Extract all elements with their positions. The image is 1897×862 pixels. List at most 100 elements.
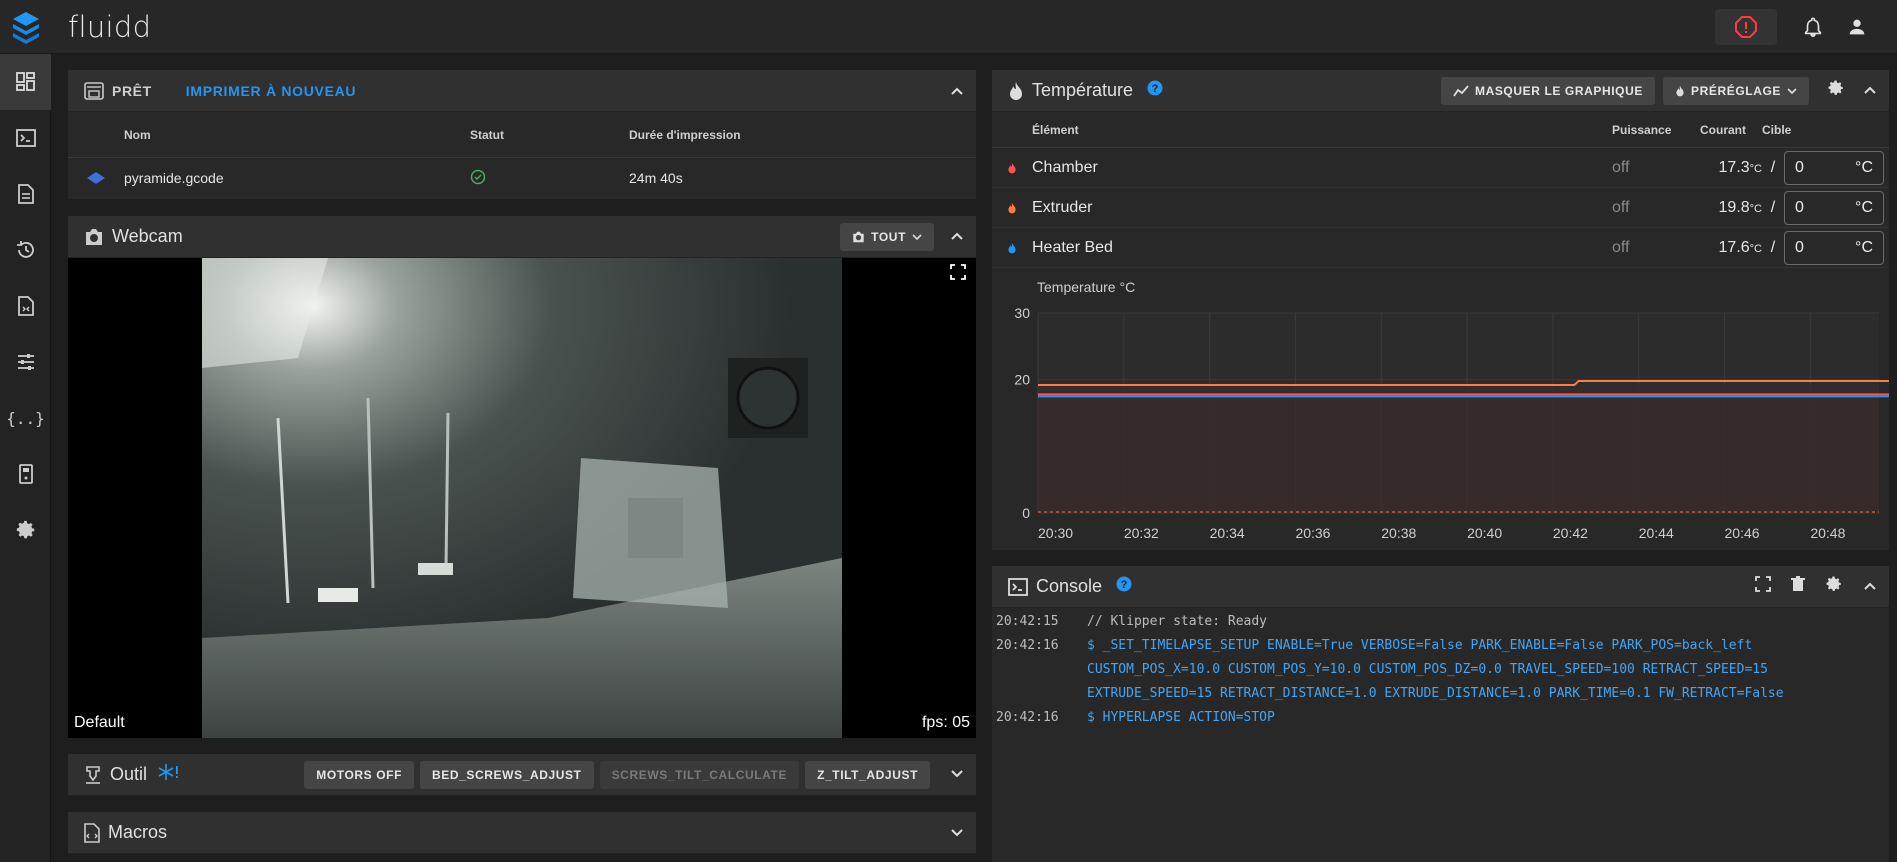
macros-card: Macros xyxy=(68,812,976,854)
gear-icon xyxy=(16,520,34,539)
chart-x-tick: 20:30 xyxy=(1038,525,1073,541)
temperature-card-header: Température ? MASQUER LE GRAPHIQUE PRÉRÉ… xyxy=(992,70,1889,112)
heater-power: off xyxy=(1612,198,1630,216)
collapse-job-button[interactable] xyxy=(950,86,964,96)
heater-target-unit: °C xyxy=(1855,238,1873,256)
file-code-icon xyxy=(17,296,34,316)
temperature-chart-svg: Temperature °C 20:30 20:32 20:34 20:36 20:38 2… xyxy=(1014,279,1897,541)
reprint-button[interactable]: IMPRIMER À NOUVEAU xyxy=(186,83,357,99)
console-output[interactable]: 20:42:15 // Klipper state: Ready 20:42:16 $… xyxy=(992,608,1889,732)
notifications-button[interactable] xyxy=(1791,5,1835,49)
fire-icon xyxy=(992,162,1032,174)
webcam-image xyxy=(202,258,842,738)
user-button[interactable] xyxy=(1835,5,1879,49)
help-icon[interactable]: ? xyxy=(1147,80,1163,101)
console-fullscreen-button[interactable] xyxy=(1755,576,1771,597)
nav-configuration[interactable]: {..} xyxy=(0,390,51,446)
screws-tilt-calculate-button[interactable]: SCREWS_TILT_CALCULATE xyxy=(599,760,800,789)
chart-x-tick: 20:36 xyxy=(1295,525,1330,541)
console-card: Console ? 20:42:15 // Klipper state: Read… xyxy=(992,566,1889,862)
nav-dashboard[interactable] xyxy=(0,54,51,110)
console-line: 20:42:16 $ _SET_TIMELAPSE_SETUP ENABLE=Tr… xyxy=(996,634,1885,706)
chevron-down-icon xyxy=(951,769,963,777)
console-clear-button[interactable] xyxy=(1791,576,1805,597)
collapse-console-button[interactable] xyxy=(1863,578,1877,596)
console-timestamp: 20:42:16 xyxy=(996,638,1059,653)
heater-current: 19.8 xyxy=(1718,198,1750,216)
job-duration: 24m 40s xyxy=(629,170,683,186)
console-card-header: Console ? xyxy=(992,566,1889,608)
fire-icon xyxy=(1676,85,1684,96)
collapse-temperature-button[interactable] xyxy=(1863,82,1877,100)
heater-current-unit: °C xyxy=(1749,242,1762,255)
snowflake-icon xyxy=(157,762,179,787)
job-row[interactable]: pyramide.gcode 24m 40s xyxy=(68,158,976,198)
nav-system[interactable] xyxy=(0,446,51,502)
temperature-chart: Temperature °C 20:30 20:32 20:34 20:36 20:38 2… xyxy=(992,268,1897,550)
job-file-name: pyramide.gcode xyxy=(124,170,224,186)
nav-settings[interactable] xyxy=(0,502,51,558)
chevron-down-icon xyxy=(951,828,963,836)
heater-target-input[interactable]: 0 °C xyxy=(1784,230,1884,265)
heater-current-unit: °C xyxy=(1749,162,1762,175)
camera-select-button[interactable]: TOUT xyxy=(840,222,934,251)
chevron-down-icon xyxy=(1787,87,1797,94)
column-element: Élément xyxy=(1032,122,1079,137)
chart-x-tick: 20:48 xyxy=(1810,525,1845,541)
nav-history[interactable] xyxy=(0,222,51,278)
nav-console[interactable] xyxy=(0,110,51,166)
slash-separator: / xyxy=(1770,198,1776,216)
collapse-webcam-button[interactable] xyxy=(950,228,964,246)
expand-tool-button[interactable] xyxy=(950,766,964,784)
fire-icon xyxy=(992,242,1032,254)
expand-macros-button[interactable] xyxy=(950,828,964,838)
heater-target-value: 0 xyxy=(1795,198,1804,216)
z-tilt-adjust-button[interactable]: Z_TILT_ADJUST xyxy=(805,760,930,789)
bell-icon xyxy=(1804,17,1822,37)
heater-current: 17.3 xyxy=(1718,158,1750,176)
column-current: Courant xyxy=(1700,122,1746,137)
motors-off-button[interactable]: MOTORS OFF xyxy=(304,760,415,789)
temperature-settings-button[interactable] xyxy=(1827,79,1845,102)
column-target: Cible xyxy=(1762,122,1792,137)
chevron-up-icon xyxy=(1864,86,1876,94)
heater-target-value: 0 xyxy=(1795,238,1804,256)
column-status: Statut xyxy=(470,127,504,142)
job-table: Nom Statut Durée d'impression pyramide.g… xyxy=(68,112,976,198)
heater-name: Extruder xyxy=(1032,198,1093,216)
heater-power: off xyxy=(1612,158,1630,176)
file-code-icon xyxy=(84,822,100,843)
user-icon xyxy=(1849,19,1865,35)
history-icon xyxy=(16,241,34,258)
heater-target-input[interactable]: 0 °C xyxy=(1784,190,1884,225)
hide-chart-button[interactable]: MASQUER LE GRAPHIQUE xyxy=(1440,76,1655,105)
fullscreen-icon[interactable] xyxy=(950,264,966,285)
printer-status-label: PRÊT xyxy=(112,82,152,99)
heater-target-input[interactable]: 0 °C xyxy=(1784,150,1884,185)
fluidd-logo-icon[interactable] xyxy=(0,0,51,54)
nav-tune[interactable] xyxy=(0,334,51,390)
column-power: Puissance xyxy=(1612,122,1672,137)
job-card: PRÊT IMPRIMER À NOUVEAU Nom Statut Durée… xyxy=(68,70,976,199)
preset-button[interactable]: PRÉRÉGLAGE xyxy=(1662,76,1809,105)
svg-text:?: ? xyxy=(1152,83,1159,95)
bed-screws-adjust-button[interactable]: BED_SCREWS_ADJUST xyxy=(420,760,594,789)
tune-icon xyxy=(17,354,34,370)
slash-separator: / xyxy=(1770,158,1776,176)
console-settings-button[interactable] xyxy=(1825,575,1843,598)
app-bar: fluidd xyxy=(0,0,1897,54)
chevron-up-icon xyxy=(951,232,963,240)
emergency-stop-icon xyxy=(1735,16,1757,38)
console-timestamp: 20:42:16 xyxy=(996,710,1059,725)
console-message[interactable]: $ _SET_TIMELAPSE_SETUP ENABLE=True VERBO… xyxy=(1087,634,1885,706)
webcam-stream[interactable]: Default fps: 05 xyxy=(68,258,976,738)
console-message[interactable]: $ HYPERLAPSE ACTION=STOP xyxy=(1087,706,1275,730)
camera-icon xyxy=(86,228,102,245)
console-title: Console xyxy=(1036,576,1103,596)
macros-card-header[interactable]: Macros xyxy=(68,812,976,854)
nav-files[interactable] xyxy=(0,278,51,334)
help-icon[interactable]: ? xyxy=(1116,576,1132,597)
nav-jobs[interactable] xyxy=(0,166,51,222)
column-duration: Durée d'impression xyxy=(629,127,741,142)
emergency-stop-button[interactable] xyxy=(1715,9,1777,45)
